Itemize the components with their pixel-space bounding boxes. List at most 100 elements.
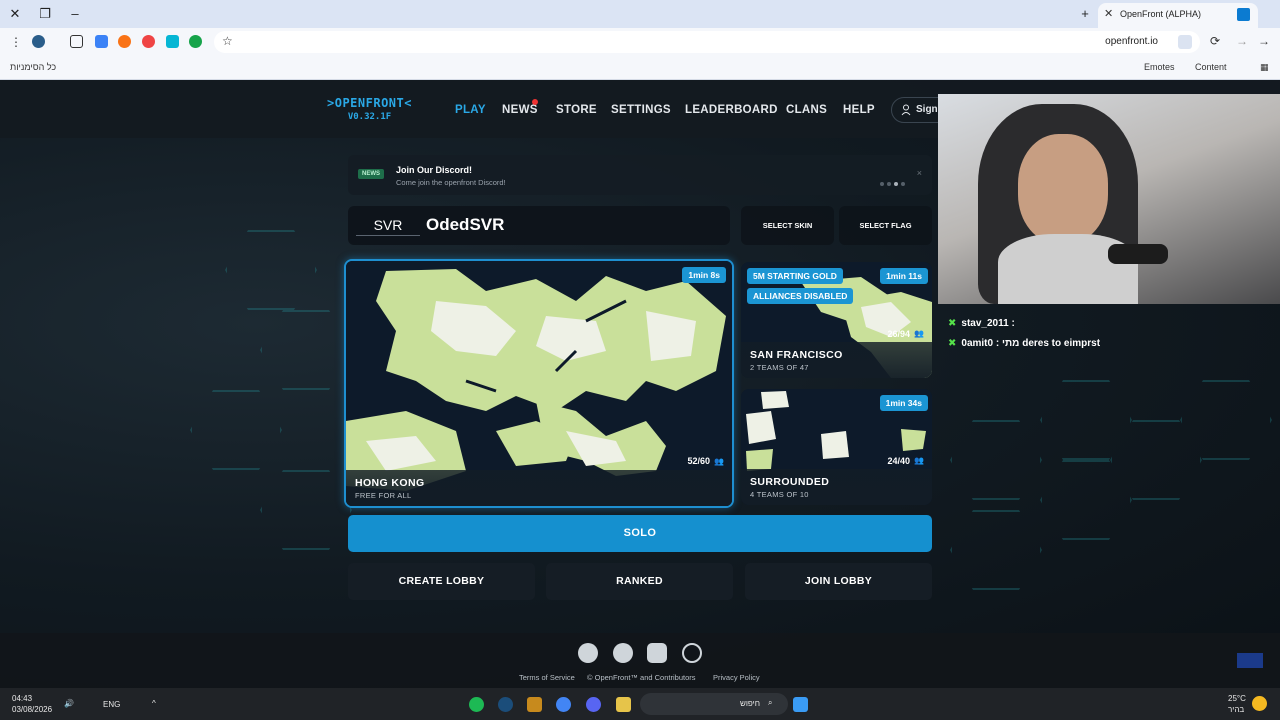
hex-decoration — [260, 470, 352, 550]
openfront-logo[interactable]: >OPENFRONT< V0.32.1F — [327, 96, 412, 122]
hex-decoration — [950, 420, 1042, 500]
chrome-icon[interactable] — [556, 697, 571, 712]
hex-decoration — [950, 510, 1042, 590]
file-explorer-icon[interactable] — [616, 697, 631, 712]
chat-message: ✖ stav_2011 : — [948, 318, 1015, 329]
bookmark-content[interactable]: Content — [1195, 62, 1227, 72]
bookmark-star-icon[interactable]: ☆ — [222, 34, 233, 48]
search-placeholder: חיפוש — [740, 699, 760, 708]
reddit-icon[interactable] — [613, 643, 633, 663]
globe-icon[interactable] — [682, 643, 702, 663]
extension-green-icon[interactable] — [189, 35, 202, 48]
lobby-card-footer: SURROUNDED 4 TEAMS OF 10 — [741, 469, 932, 505]
lobby-player-count: 52/60 — [687, 456, 710, 466]
nav-leaderboard[interactable]: LEADERBOARD — [685, 104, 778, 116]
news-carousel-dots[interactable] — [880, 173, 908, 191]
restore-window-icon[interactable]: ❐ — [36, 5, 54, 23]
lobby-timer: 1min 11s — [880, 268, 928, 284]
lobby-mode: 2 TEAMS OF 47 — [750, 363, 809, 372]
bookmarks-bar: כל הסימניות Emotes Content ▦ — [0, 56, 1280, 80]
lobby-mode: FREE FOR ALL — [355, 491, 412, 500]
close-window-icon[interactable]: ✕ — [6, 5, 24, 23]
nav-news[interactable]: NEWS — [502, 104, 538, 116]
back-icon[interactable]: → — [1258, 34, 1270, 48]
extension-window-icon[interactable] — [95, 35, 108, 48]
bookmark-apps-icon[interactable]: ▦ — [1260, 62, 1269, 73]
lobby-card-san-francisco[interactable]: 5M STARTING GOLD ALLIANCES DISABLED 1min… — [741, 262, 932, 378]
new-tab-icon[interactable]: + — [1076, 5, 1094, 23]
taskbar-date: 03/08/2026 — [12, 705, 53, 714]
lobby-card-surrounded[interactable]: 1min 34s 24/40 👥 SURROUNDED 4 TEAMS OF 1… — [741, 389, 932, 505]
lobby-player-count: 24/40 — [887, 456, 910, 466]
address-bar[interactable]: ☆ openfront.io — [214, 31, 1200, 53]
search-icon: ⌕ — [768, 698, 773, 707]
reload-icon[interactable]: ⟳ — [1210, 34, 1220, 48]
minimize-window-icon[interactable]: – — [66, 5, 84, 23]
lobby-map-name: SAN FRANCISCO — [750, 349, 843, 361]
player-name-box: SVR OdedSVR — [348, 206, 730, 245]
browser-tab[interactable]: ✕ OpenFront (ALPHA) — [1098, 3, 1258, 28]
language-indicator[interactable]: ENG — [103, 700, 120, 709]
start-windows-icon[interactable] — [793, 697, 808, 712]
bookmark-emotes[interactable]: Emotes — [1144, 62, 1175, 72]
nav-store[interactable]: STORE — [556, 104, 597, 116]
nav-settings[interactable]: SETTINGS — [611, 104, 671, 116]
clan-tag-input[interactable]: SVR — [356, 214, 420, 236]
ranked-button[interactable]: RANKED — [546, 563, 733, 600]
lobby-badge-alliances-disabled: ALLIANCES DISABLED — [747, 288, 854, 304]
extension-orange-icon[interactable] — [118, 35, 131, 48]
extension-red-icon[interactable] — [142, 35, 155, 48]
players-icon: 👥 — [914, 456, 924, 465]
volume-icon[interactable]: 🔊 — [64, 699, 74, 708]
close-tab-icon[interactable]: ✕ — [1104, 7, 1113, 20]
tab-title: OpenFront (ALPHA) — [1120, 9, 1202, 19]
lobby-player-count: 26/94 — [887, 329, 910, 339]
github-icon[interactable] — [578, 643, 598, 663]
news-title: Join Our Discord! — [396, 165, 473, 175]
steam-icon[interactable] — [498, 697, 513, 712]
language-flag-icon[interactable] — [1237, 653, 1263, 668]
discord-taskbar-icon[interactable] — [586, 697, 601, 712]
taskbar-time: 04:43 — [12, 694, 33, 703]
lobby-card-hong-kong[interactable]: 1min 8s 52/60 👥 HONG KONG FREE FOR ALL — [344, 259, 734, 508]
lobby-map-name: SURROUNDED — [750, 476, 830, 488]
extension-cyan-icon[interactable] — [166, 35, 179, 48]
spotify-icon[interactable] — [469, 697, 484, 712]
select-flag-button[interactable]: SELECT FLAG — [839, 206, 932, 245]
news-banner[interactable]: NEWS Join Our Discord! Come join the ope… — [348, 155, 932, 195]
weather-sun-icon — [1252, 696, 1267, 711]
weather-desc: בהיר — [1228, 705, 1245, 714]
forward-icon[interactable]: → — [1236, 34, 1248, 48]
copyright-text: © OpenFront™ and Contributors — [587, 673, 696, 682]
person-face — [1018, 134, 1108, 244]
hex-decoration — [225, 230, 317, 310]
site-footer: Terms of Service © OpenFront™ and Contri… — [0, 633, 1280, 688]
app-icon[interactable] — [527, 697, 542, 712]
user-icon — [901, 104, 911, 116]
nav-play[interactable]: PLAY — [455, 104, 486, 116]
hex-decoration — [260, 310, 352, 390]
extensions-puzzle-icon[interactable] — [70, 35, 83, 48]
lobby-mode: 4 TEAMS OF 10 — [750, 490, 809, 499]
join-lobby-button[interactable]: JOIN LOBBY — [745, 563, 932, 600]
site-settings-icon[interactable] — [1178, 35, 1192, 49]
solo-button[interactable]: SOLO — [348, 515, 932, 552]
url-text: openfront.io — [1105, 36, 1158, 47]
nav-clans[interactable]: CLANS — [786, 104, 827, 116]
taskbar-search[interactable]: חיפוש ⌕ — [640, 693, 788, 715]
news-subtitle: Come join the openfront Discord! — [396, 178, 506, 187]
terms-of-service-link[interactable]: Terms of Service — [519, 673, 575, 682]
all-bookmarks-link[interactable]: כל הסימניות — [10, 62, 56, 72]
privacy-policy-link[interactable]: Privacy Policy — [713, 673, 760, 682]
username-input[interactable]: OdedSVR — [426, 215, 504, 235]
extension-globe-icon[interactable] — [32, 35, 45, 48]
nav-help[interactable]: HELP — [843, 104, 875, 116]
discord-icon[interactable] — [647, 643, 667, 663]
menu-icon[interactable]: ⋮ — [10, 35, 22, 49]
weather-temp[interactable]: 25°C — [1228, 694, 1246, 703]
news-badge: NEWS — [358, 169, 384, 179]
news-close-icon[interactable]: × — [917, 168, 922, 178]
show-hidden-icons-icon[interactable]: ^ — [152, 699, 156, 708]
select-skin-button[interactable]: SELECT SKIN — [741, 206, 834, 245]
create-lobby-button[interactable]: CREATE LOBBY — [348, 563, 535, 600]
